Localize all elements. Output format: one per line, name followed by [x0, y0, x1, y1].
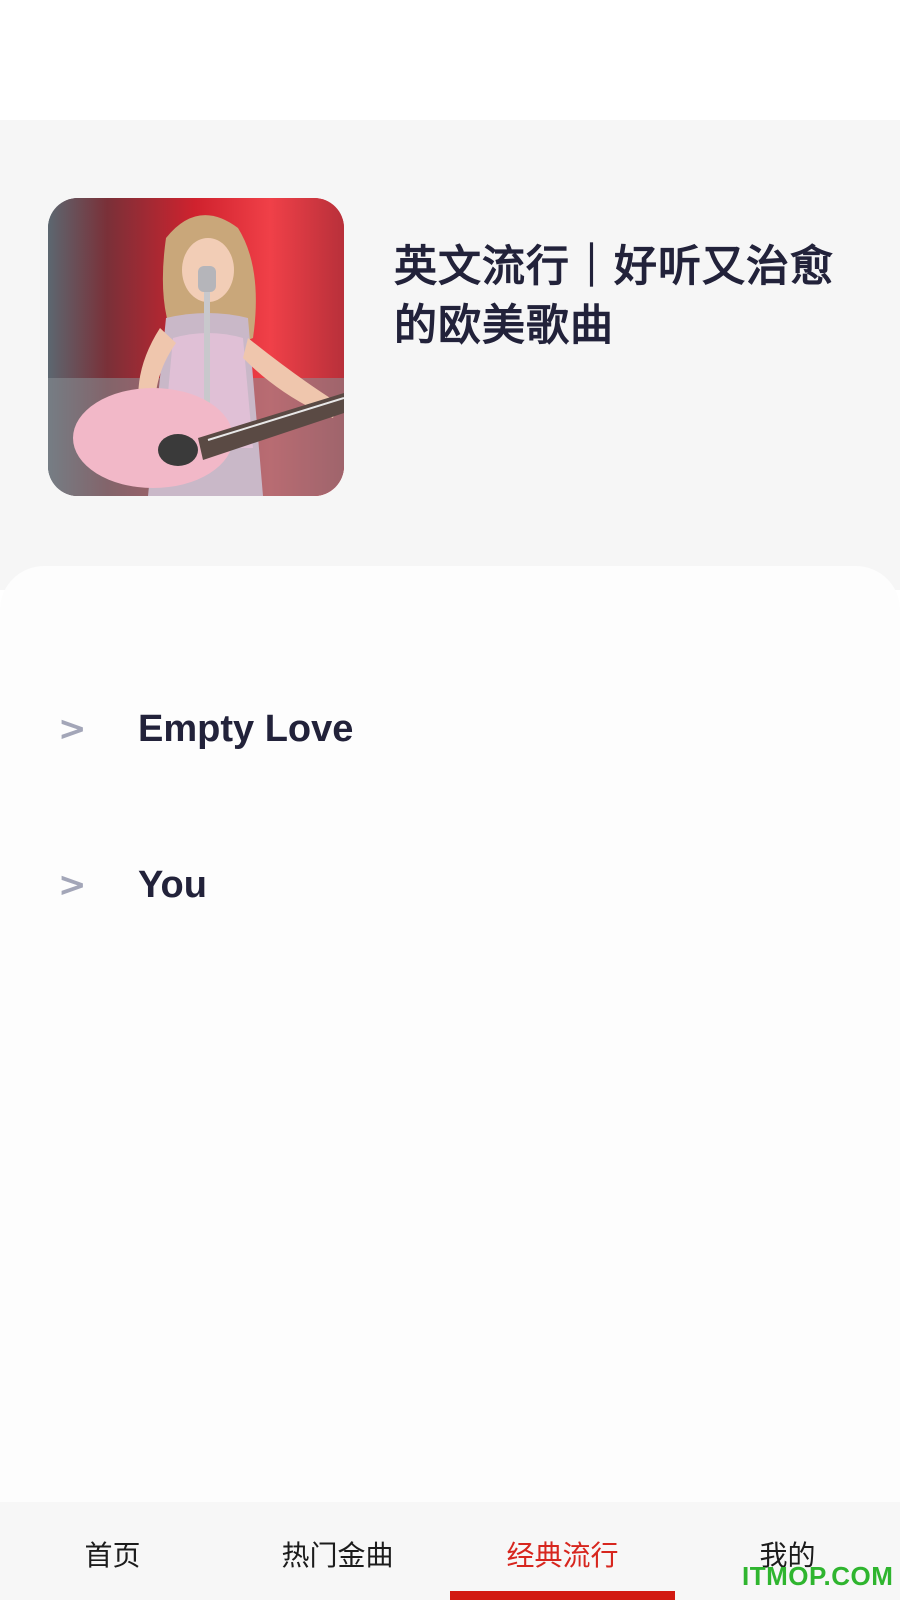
tab-label: 首页: [84, 1539, 141, 1572]
chevron-right-icon: >: [58, 865, 87, 905]
chevron-right-icon: >: [58, 709, 87, 749]
tab-classic-pop[interactable]: 经典流行: [450, 1502, 675, 1600]
song-title: You: [138, 863, 207, 906]
active-tab-indicator: [450, 1591, 675, 1600]
song-item[interactable]: > You: [0, 840, 900, 930]
status-area: [0, 0, 900, 120]
watermark: ITMOP.COM: [742, 1561, 894, 1591]
song-title: Empty Love: [138, 707, 354, 750]
tab-hot-hits[interactable]: 热门金曲: [225, 1502, 450, 1600]
cover-artwork: [48, 198, 344, 496]
playlist-title: 英文流行｜好听又治愈的欧美歌曲: [394, 242, 834, 351]
playlist-cover-image[interactable]: [48, 198, 344, 496]
tab-home[interactable]: 首页: [0, 1502, 225, 1600]
tab-label: 热门金曲: [281, 1539, 394, 1572]
song-item[interactable]: > Empty Love: [0, 684, 900, 774]
